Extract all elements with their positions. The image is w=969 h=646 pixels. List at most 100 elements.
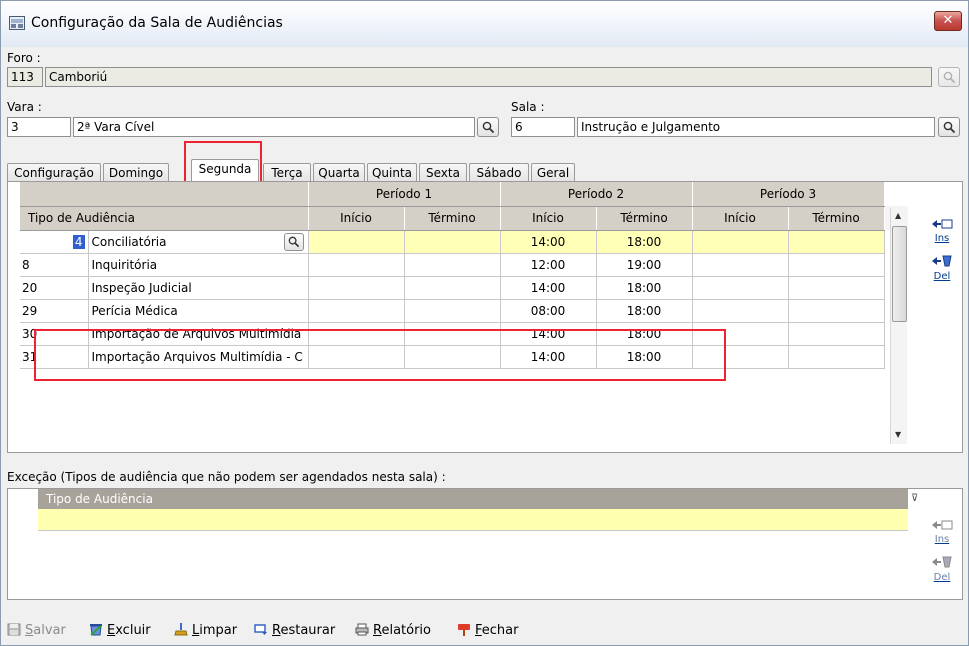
p2-termino-cell[interactable]: 18:00 <box>596 322 693 346</box>
row-code-cell[interactable]: 20 <box>20 276 89 300</box>
table-row[interactable]: 30 Importação de Arquivos Multimídia 14:… <box>20 322 908 346</box>
p2-termino-cell[interactable]: 18:00 <box>596 345 693 369</box>
p1-termino-cell[interactable] <box>404 230 501 254</box>
p2-inicio-cell[interactable]: 12:00 <box>500 253 597 277</box>
filter-icon[interactable]: ⊽ <box>911 493 918 504</box>
foro-code-field[interactable]: 113 <box>7 67 43 87</box>
tab-quarta[interactable]: Quarta <box>313 163 365 183</box>
col-p2-inicio[interactable]: Início <box>500 206 597 231</box>
restore-icon <box>254 624 267 635</box>
p2-termino-cell[interactable]: 18:00 <box>596 276 693 300</box>
row-name-cell[interactable]: Perícia Médica <box>88 299 309 323</box>
tab-configuracao[interactable]: Configuração <box>7 163 101 183</box>
row-name-cell[interactable]: Inquiritória <box>88 253 309 277</box>
foro-name-field[interactable]: Camboriú <box>45 67 932 87</box>
p3-termino-cell[interactable] <box>788 276 885 300</box>
row-code-cell[interactable]: 29 <box>20 299 89 323</box>
p3-termino-cell[interactable] <box>788 299 885 323</box>
table-row[interactable]: 8 Inquiritória 12:00 19:00 <box>20 253 908 277</box>
excecao-col-header[interactable]: Tipo de Audiência <box>38 489 908 509</box>
p3-termino-cell[interactable] <box>788 253 885 277</box>
grid-insert-button[interactable]: Ins <box>928 218 956 244</box>
p3-termino-cell[interactable] <box>788 230 885 254</box>
p3-inicio-cell[interactable] <box>692 276 789 300</box>
scrollbar-thumb[interactable] <box>892 226 907 322</box>
table-row[interactable]: 31 Importação Arquivos Multimídia - C 14… <box>20 345 908 369</box>
fechar-button[interactable]: Fechar <box>457 623 518 638</box>
excluir-button[interactable]: Excluir <box>89 623 151 638</box>
p2-termino-cell[interactable]: 18:00 <box>596 299 693 323</box>
window-app-icon <box>9 16 25 30</box>
relatorio-button[interactable]: Relatório <box>355 623 431 638</box>
sala-search-button[interactable] <box>938 117 960 137</box>
p3-inicio-cell[interactable] <box>692 230 789 254</box>
vara-code-field[interactable]: 3 <box>7 117 71 137</box>
p1-inicio-cell[interactable] <box>308 345 405 369</box>
scroll-up-icon[interactable]: ▲ <box>895 211 901 220</box>
table-row[interactable]: 20 Inspeção Judicial 14:00 18:00 <box>20 276 908 300</box>
col-p1-inicio[interactable]: Início <box>308 206 405 231</box>
close-button[interactable]: ✕ <box>934 11 962 31</box>
row-code-cell[interactable]: 31 <box>20 345 89 369</box>
tab-geral[interactable]: Geral <box>531 163 575 183</box>
col-p3-termino[interactable]: Término <box>788 206 885 231</box>
row-code-cell[interactable]: 30 <box>20 322 89 346</box>
vara-name-field[interactable]: 2ª Vara Cível <box>73 117 475 137</box>
p1-termino-cell[interactable] <box>404 276 501 300</box>
p2-termino-cell[interactable]: 19:00 <box>596 253 693 277</box>
p1-inicio-cell[interactable] <box>308 253 405 277</box>
p1-termino-cell[interactable] <box>404 345 501 369</box>
p1-inicio-cell[interactable] <box>308 230 405 254</box>
col-p3-inicio[interactable]: Início <box>692 206 789 231</box>
p1-termino-cell[interactable] <box>404 322 501 346</box>
restaurar-button[interactable]: Restaurar <box>254 623 335 638</box>
excecao-delete-button[interactable]: Del <box>928 555 956 583</box>
col-p2-termino[interactable]: Término <box>596 206 693 231</box>
foro-search-button[interactable] <box>938 67 960 87</box>
table-row[interactable]: 29 Perícia Médica 08:00 18:00 <box>20 299 908 323</box>
table-row[interactable]: 4 Conciliatória 14:00 18:00 <box>20 230 908 254</box>
scroll-down-icon[interactable]: ▼ <box>895 430 901 439</box>
row-name-cell[interactable]: Importação Arquivos Multimídia - C <box>88 345 309 369</box>
tab-quinta[interactable]: Quinta <box>367 163 417 183</box>
col-tipo-audiencia[interactable]: Tipo de Audiência <box>20 206 309 231</box>
p1-inicio-cell[interactable] <box>308 276 405 300</box>
p2-inicio-cell[interactable]: 14:00 <box>500 345 597 369</box>
p1-termino-cell[interactable] <box>404 299 501 323</box>
row-search-button[interactable] <box>283 232 304 251</box>
salvar-button[interactable]: Salvar <box>7 623 66 638</box>
p2-inicio-cell[interactable]: 14:00 <box>500 230 597 254</box>
grid-delete-button[interactable]: Del <box>928 254 956 282</box>
excecao-new-row[interactable] <box>38 509 908 531</box>
p2-termino-cell[interactable]: 18:00 <box>596 230 693 254</box>
tab-terca[interactable]: Terça <box>263 163 311 183</box>
p3-termino-cell[interactable] <box>788 345 885 369</box>
sala-name-field[interactable]: Instrução e Julgamento <box>577 117 935 137</box>
p1-inicio-cell[interactable] <box>308 299 405 323</box>
row-code-cell[interactable]: 4 <box>20 230 89 254</box>
p3-termino-cell[interactable] <box>788 322 885 346</box>
p1-termino-cell[interactable] <box>404 253 501 277</box>
row-name-cell[interactable]: Importação de Arquivos Multimídia <box>88 322 309 346</box>
grid-vertical-scrollbar[interactable]: ▲ ▼ <box>890 208 907 444</box>
excecao-insert-button[interactable]: Ins <box>928 519 956 545</box>
p2-inicio-cell[interactable]: 08:00 <box>500 299 597 323</box>
limpar-button[interactable]: Limpar <box>174 623 237 638</box>
tab-sabado[interactable]: Sábado <box>469 163 529 183</box>
p1-inicio-cell[interactable] <box>308 322 405 346</box>
p2-inicio-cell[interactable]: 14:00 <box>500 276 597 300</box>
row-name-cell[interactable]: Inspeção Judicial <box>88 276 309 300</box>
row-name-cell[interactable]: Conciliatória <box>88 230 309 254</box>
sala-code-field[interactable]: 6 <box>511 117 575 137</box>
row-code-cell[interactable]: 8 <box>20 253 89 277</box>
p2-inicio-cell[interactable]: 14:00 <box>500 322 597 346</box>
p3-inicio-cell[interactable] <box>692 299 789 323</box>
vara-search-button[interactable] <box>477 117 499 137</box>
insert-row-icon <box>932 520 953 530</box>
p3-inicio-cell[interactable] <box>692 253 789 277</box>
col-p1-termino[interactable]: Término <box>404 206 501 231</box>
p3-inicio-cell[interactable] <box>692 322 789 346</box>
p3-inicio-cell[interactable] <box>692 345 789 369</box>
tab-sexta[interactable]: Sexta <box>419 163 467 183</box>
tab-domingo[interactable]: Domingo <box>103 163 169 183</box>
